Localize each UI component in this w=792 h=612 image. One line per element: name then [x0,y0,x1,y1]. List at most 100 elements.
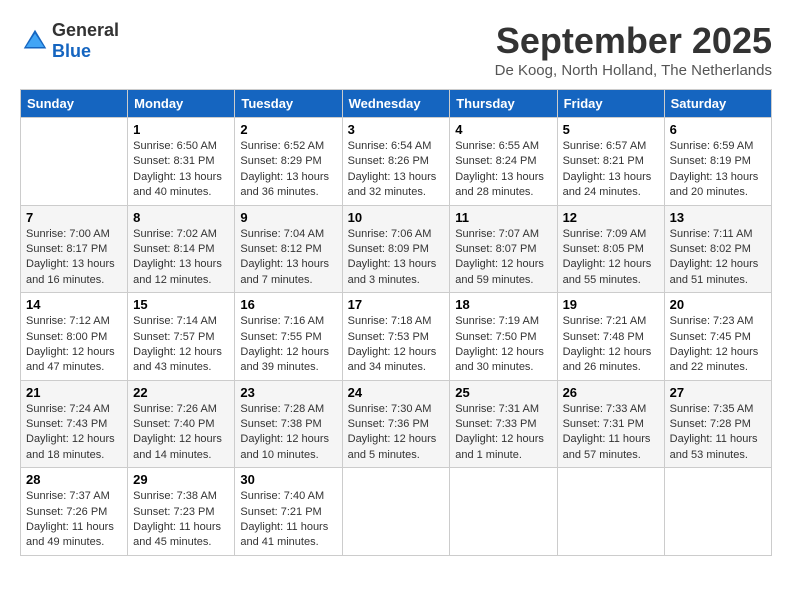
calendar-cell: 22Sunrise: 7:26 AMSunset: 7:40 PMDayligh… [128,380,235,468]
day-info-line: Daylight: 13 hours [670,171,759,183]
calendar-cell: 20Sunrise: 7:23 AMSunset: 7:45 PMDayligh… [664,293,771,381]
day-number: 12 [563,210,659,225]
day-info-line: Sunrise: 7:14 AM [133,315,217,327]
day-info-line: and 45 minutes. [133,536,211,548]
day-info-line: Sunrise: 7:21 AM [563,315,647,327]
day-info-line: Sunrise: 7:35 AM [670,403,754,415]
day-info-line: Sunrise: 7:33 AM [563,403,647,415]
day-info-line: and 57 minutes. [563,449,641,461]
day-info-line: Sunset: 7:55 PM [240,331,321,343]
weekday-header-tuesday: Tuesday [235,90,342,118]
day-info-line: Sunrise: 7:18 AM [348,315,432,327]
day-info-line: Daylight: 11 hours [240,521,328,533]
day-info-line: Daylight: 12 hours [455,346,544,358]
day-info-line: Sunset: 8:14 PM [133,243,214,255]
day-info-line: Sunrise: 7:19 AM [455,315,539,327]
day-info: Sunrise: 7:09 AMSunset: 8:05 PMDaylight:… [563,227,659,289]
day-info-line: Sunset: 8:26 PM [348,155,429,167]
day-number: 14 [26,297,122,312]
calendar-cell: 3Sunrise: 6:54 AMSunset: 8:26 PMDaylight… [342,118,450,206]
day-info-line: Daylight: 13 hours [348,258,437,270]
weekday-header-wednesday: Wednesday [342,90,450,118]
day-info-line: and 18 minutes. [26,449,104,461]
calendar-cell: 11Sunrise: 7:07 AMSunset: 8:07 PMDayligh… [450,205,557,293]
logo-text-general: General [52,20,119,40]
day-info-line: Sunrise: 7:04 AM [240,228,324,240]
day-info: Sunrise: 7:16 AM Sunset: 7:55 PM Daylight:… [240,314,336,376]
day-info-line: Sunset: 8:31 PM [133,155,214,167]
day-info-line: and 34 minutes. [348,361,426,373]
day-info-line: and 41 minutes. [240,536,318,548]
day-info-line: Sunrise: 7:12 AM [26,315,110,327]
day-info-line: Daylight: 12 hours [26,346,115,358]
day-info-line: Sunset: 8:07 PM [455,243,536,255]
day-info-line: Sunrise: 7:30 AM [348,403,432,415]
calendar-cell: 6 Sunrise: 6:59 AMSunset: 8:19 PMDaylight… [664,118,771,206]
day-info-line: Sunset: 7:21 PM [240,506,321,518]
day-info: Sunrise: 6:50 AMSunset: 8:31 PMDaylight:… [133,139,229,201]
day-info: Sunrise: 6:55 AMSunset: 8:24 PMDaylight:… [455,139,551,201]
day-info-line: Sunset: 7:40 PM [133,418,214,430]
day-info-line: Daylight: 12 hours [240,346,329,358]
day-info: Sunrise: 6:52 AMSunset: 8:29 PMDaylight:… [240,139,336,201]
day-info-line: and 20 minutes. [670,186,748,198]
calendar-cell [557,468,664,556]
day-info-line: Sunset: 7:33 PM [455,418,536,430]
day-info-line: Sunset: 8:21 PM [563,155,644,167]
day-number: 8 [133,210,229,225]
day-info: Sunrise: 7:38 AMSunset: 7:23 PMDaylight:… [133,489,229,551]
day-info-line: Daylight: 13 hours [563,171,652,183]
calendar-cell: 19Sunrise: 7:21 AMSunset: 7:48 PMDayligh… [557,293,664,381]
calendar-cell: 26 Sunrise: 7:33 AMSunset: 7:31 PMDayligh… [557,380,664,468]
day-info-line: Daylight: 11 hours [133,521,221,533]
day-info: Sunrise: 7:24 AMSunset: 7:43 PMDaylight:… [26,402,122,464]
calendar-cell: 14 Sunrise: 7:12 AM Sunset: 8:00 PM Dayligh… [21,293,128,381]
calendar-cell: 16Sunrise: 7:16 AMSunset: 7:55 PMDayligh… [235,293,342,381]
day-info-line: Daylight: 13 hours [26,258,115,270]
day-number: 9 [240,210,336,225]
day-number: 27 [670,385,766,400]
weekday-header-row: SundayMondayTuesdayWednesdayThursdayFrid… [21,90,772,118]
day-info-line: Sunrise: 7:26 AM [133,403,217,415]
day-number: 30 [240,472,336,487]
day-info-line: Daylight: 12 hours [240,433,329,445]
day-info-line: and 7 minutes. [240,274,312,286]
day-info: Sunrise: 7:14 AMSunset: 7:57 PMDaylight:… [133,314,229,376]
day-info-line: Daylight: 11 hours [26,521,114,533]
day-info-line: Daylight: 13 hours [240,171,329,183]
day-info-line: Sunset: 8:00 PM [26,331,107,343]
calendar-cell: 15Sunrise: 7:14 AMSunset: 7:57 PMDayligh… [128,293,235,381]
day-number: 20 [670,297,766,312]
day-info-line: Sunrise: 7:23 AM [670,315,754,327]
day-info-line: Sunrise: 7:00 AM [26,228,110,240]
day-number: 24 [348,385,445,400]
day-info: Sunrise: 7:33 AMSunset: 7:31 PMDaylight:… [563,402,659,464]
calendar-cell: 5Sunrise: 6:57 AMSunset: 8:21 PMDaylight… [557,118,664,206]
day-number: 6 [670,122,766,137]
day-info-line: Daylight: 12 hours [133,346,222,358]
calendar-cell: 27Sunrise: 7:35 AMSunset: 7:28 PMDayligh… [664,380,771,468]
weekday-header-saturday: Saturday [664,90,771,118]
calendar-cell: 2Sunrise: 6:52 AMSunset: 8:29 PMDaylight… [235,118,342,206]
day-info-line: Sunrise: 7:28 AM [240,403,324,415]
day-info: Sunrise: 7:00 AMSunset: 8:17 PMDaylight:… [26,227,122,289]
calendar-cell: 1Sunrise: 6:50 AMSunset: 8:31 PMDaylight… [128,118,235,206]
day-info-line: and 59 minutes. [455,274,533,286]
day-number: 26 [563,385,659,400]
calendar-cell [342,468,450,556]
day-number: 17 [348,297,445,312]
day-number: 25 [455,385,551,400]
day-info-line: Sunrise: 7:16 AM [240,315,324,327]
day-info: Sunrise: 7:21 AMSunset: 7:48 PMDaylight:… [563,314,659,376]
calendar-cell: 7Sunrise: 7:00 AMSunset: 8:17 PMDaylight… [21,205,128,293]
day-info: Sunrise: 7:18 AMSunset: 7:53 PMDaylight:… [348,314,445,376]
day-info: Sunrise: 6:59 AMSunset: 8:19 PMDaylight:… [670,139,766,201]
calendar-table: SundayMondayTuesdayWednesdayThursdayFrid… [20,89,772,556]
day-info-line: Sunrise: 6:54 AM [348,140,432,152]
calendar-week-row: 21Sunrise: 7:24 AMSunset: 7:43 PMDayligh… [21,380,772,468]
day-info: Sunrise: 7:26 AMSunset: 7:40 PMDaylight:… [133,402,229,464]
day-info-line: and 39 minutes. [240,361,318,373]
day-info-line: and 5 minutes. [348,449,420,461]
day-info-line: and 36 minutes. [240,186,318,198]
logo-text-blue: Blue [52,41,91,61]
